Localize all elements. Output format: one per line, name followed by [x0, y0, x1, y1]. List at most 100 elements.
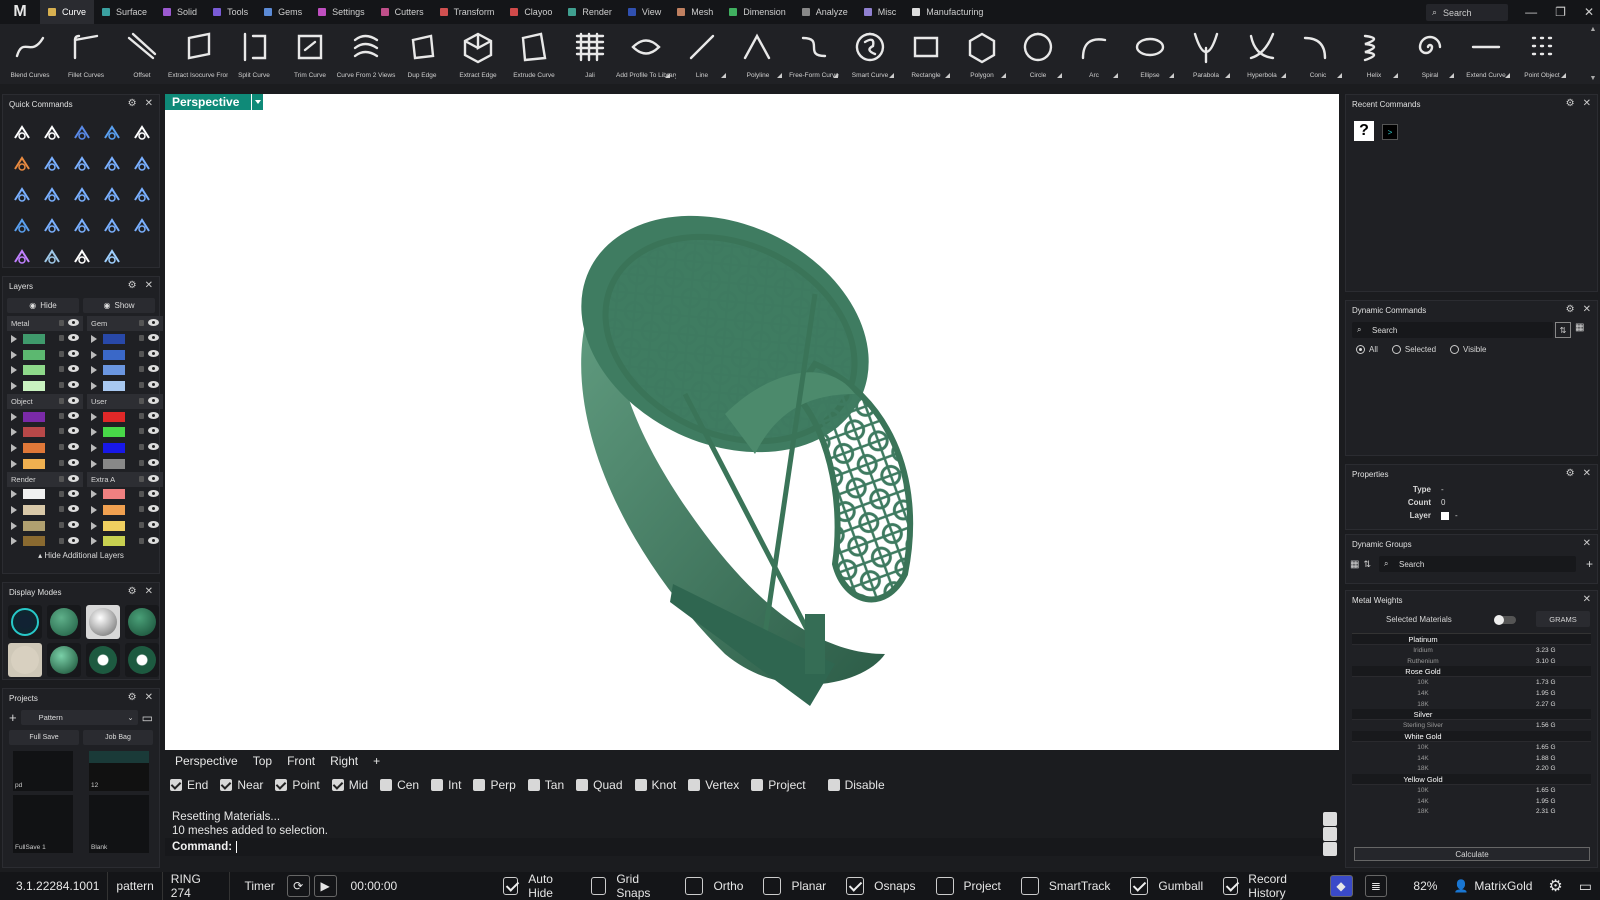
sort-icon[interactable]: ⇅: [1363, 559, 1371, 570]
user-button[interactable]: 👤 MatrixGold: [1445, 872, 1540, 900]
checkbox[interactable]: [685, 877, 704, 895]
radio-button[interactable]: [1356, 345, 1365, 354]
checkbox[interactable]: [846, 877, 865, 895]
layer-row[interactable]: [7, 409, 83, 425]
terminal-icon[interactable]: >: [1382, 124, 1398, 140]
chevron-down-icon[interactable]: ▼: [1590, 75, 1597, 82]
layer-row[interactable]: [87, 424, 163, 440]
osnap-end[interactable]: End: [170, 778, 208, 792]
lock-icon[interactable]: [139, 506, 144, 513]
menu-tab-settings[interactable]: Settings: [310, 0, 373, 24]
checkbox[interactable]: [503, 877, 519, 895]
redo-icon[interactable]: [37, 117, 67, 148]
osnap-mid[interactable]: Mid: [331, 778, 368, 792]
display-mode-smooth[interactable]: [125, 605, 159, 639]
layer-row[interactable]: [87, 331, 163, 347]
eye-icon[interactable]: [148, 381, 159, 389]
lock-icon[interactable]: [139, 320, 144, 326]
offset-button[interactable]: Offset: [114, 24, 170, 84]
expand-icon[interactable]: [91, 459, 97, 468]
layer-row[interactable]: [7, 440, 83, 456]
catalog-icon[interactable]: [37, 241, 67, 272]
layer-row[interactable]: [7, 502, 83, 518]
close-icon[interactable]: ✕: [1583, 98, 1591, 109]
lock-icon[interactable]: [139, 428, 144, 435]
radio-button[interactable]: [1391, 345, 1401, 354]
selected-materials-toggle[interactable]: [1494, 615, 1516, 625]
ring-model[interactable]: [165, 94, 1339, 750]
lock-icon[interactable]: [139, 382, 144, 389]
boolean-icon[interactable]: [97, 179, 127, 210]
view-tab-top[interactable]: Top: [253, 754, 272, 768]
osnap-perp[interactable]: Perp: [473, 778, 516, 792]
osnap-near[interactable]: Near: [220, 778, 263, 792]
layer-row[interactable]: [87, 347, 163, 363]
menu-tab-clayoo[interactable]: Clayoo: [502, 0, 560, 24]
toggle-auto-hide[interactable]: Auto Hide: [493, 872, 581, 900]
lock-icon[interactable]: [59, 444, 64, 451]
menu-tab-gems[interactable]: Gems: [256, 0, 310, 24]
layer-row[interactable]: [87, 362, 163, 378]
menu-tab-dimension[interactable]: Dimension: [721, 0, 794, 24]
add-view-icon[interactable]: +: [373, 754, 380, 768]
layer-group-header[interactable]: Metal: [7, 316, 83, 331]
trim-curve-button[interactable]: Trim Curve: [282, 24, 338, 84]
osnap-disable[interactable]: Disable: [827, 778, 885, 792]
unit-button[interactable]: GRAMS: [1536, 611, 1590, 627]
lock-icon[interactable]: [59, 397, 64, 404]
frame-icon[interactable]: [127, 148, 157, 179]
layer-color-swatch[interactable]: [103, 411, 125, 422]
layer-row[interactable]: [7, 378, 83, 394]
add-icon[interactable]: +: [1586, 557, 1593, 571]
layer-color-swatch[interactable]: [23, 411, 45, 422]
layer-group-header[interactable]: User: [87, 393, 163, 409]
calendar-icon[interactable]: ▦: [1575, 322, 1591, 338]
dynamic-commands-search[interactable]: ⌕ Search: [1352, 322, 1553, 338]
smart-curve-button[interactable]: Smart Curve: [842, 24, 898, 84]
osnap-point[interactable]: Point: [275, 778, 320, 792]
close-icon[interactable]: ✕: [145, 280, 153, 291]
hyperbola-button[interactable]: Hyperbola: [1234, 24, 1290, 84]
radio-button[interactable]: [1450, 345, 1460, 354]
toggle-smarttrack[interactable]: SmartTrack: [1011, 872, 1121, 900]
eye-icon[interactable]: [148, 489, 159, 497]
lock-icon[interactable]: [139, 521, 144, 528]
eye-icon[interactable]: [68, 349, 79, 357]
layer-row[interactable]: [87, 378, 163, 394]
top-search-input[interactable]: ⌕ Search: [1426, 4, 1508, 21]
checkbox[interactable]: [275, 779, 288, 791]
checkbox[interactable]: [331, 779, 344, 791]
ellipse-button[interactable]: Ellipse: [1122, 24, 1178, 84]
filter-visible[interactable]: Visible: [1450, 345, 1486, 354]
close-icon[interactable]: ✕: [145, 98, 153, 109]
blend-curves-button[interactable]: Blend Curves: [2, 24, 58, 84]
gear-icon[interactable]: ⚙: [1566, 304, 1575, 315]
chevron-down-icon[interactable]: [251, 94, 264, 110]
expand-icon[interactable]: [91, 506, 97, 515]
layer-color-swatch[interactable]: [23, 536, 45, 547]
osnap-int[interactable]: Int: [431, 778, 461, 792]
job-bag-button[interactable]: Job Bag: [83, 730, 153, 745]
layer-group-header[interactable]: Object: [7, 393, 83, 409]
menu-tab-render[interactable]: Render: [560, 0, 620, 24]
lock-icon[interactable]: [59, 506, 64, 513]
layer-group-header[interactable]: Render: [7, 471, 83, 487]
gear-icon[interactable]: ⚙: [128, 98, 137, 109]
checkbox[interactable]: [1020, 877, 1039, 895]
display-mode-custom-1[interactable]: [86, 643, 120, 677]
toggle-ortho[interactable]: Ortho: [675, 872, 753, 900]
layer-row[interactable]: [7, 331, 83, 347]
arch-icon[interactable]: [67, 210, 97, 241]
helix-button[interactable]: Helix: [1346, 24, 1402, 84]
checkbox[interactable]: [751, 779, 764, 791]
calculate-button[interactable]: Calculate: [1354, 847, 1590, 861]
eye-icon[interactable]: [148, 520, 159, 528]
eye-icon[interactable]: [148, 334, 159, 341]
expand-icon[interactable]: [11, 443, 17, 452]
menu-tab-transform[interactable]: Transform: [432, 0, 503, 24]
checkbox[interactable]: [1223, 877, 1239, 895]
lock-icon[interactable]: [139, 444, 144, 451]
layer-color-swatch[interactable]: [23, 365, 45, 376]
osnap-vertex[interactable]: Vertex: [688, 778, 739, 792]
scroll-down-icon[interactable]: [1323, 827, 1337, 841]
